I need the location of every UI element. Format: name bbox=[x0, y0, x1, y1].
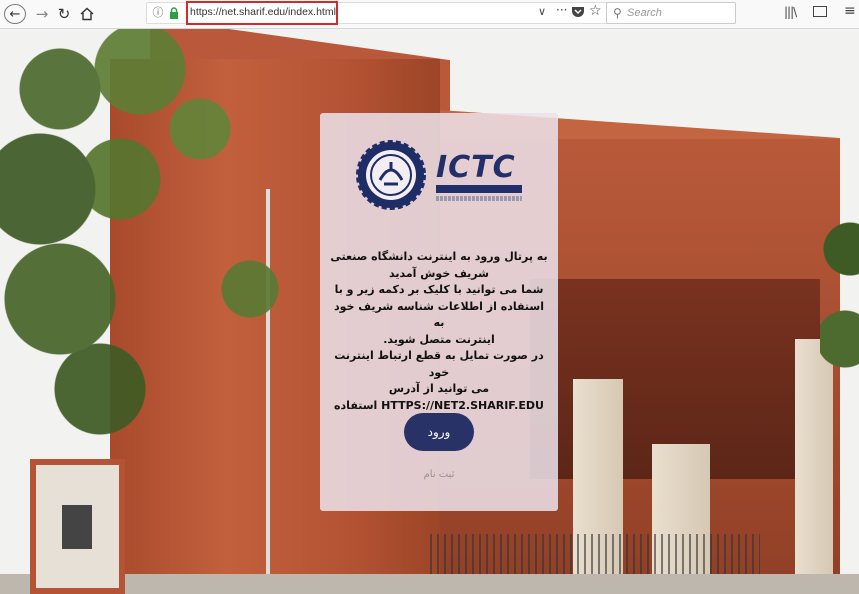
search-placeholder[interactable]: Search bbox=[627, 7, 662, 19]
ictc-logo-text: ICTC bbox=[436, 150, 516, 185]
ellipsis-icon[interactable]: ··· bbox=[556, 3, 567, 17]
welcome-line: اینترنت متصل شوید. bbox=[383, 332, 495, 346]
home-icon bbox=[80, 7, 94, 21]
forward-button[interactable]: → bbox=[34, 4, 50, 24]
hamburger-menu-icon[interactable]: ≡ bbox=[844, 3, 856, 19]
library-icon[interactable]: |||\ bbox=[784, 5, 797, 19]
tree-foliage-right bbox=[820, 189, 859, 439]
welcome-line: استفاده از اطلاعات شناسه شریف خود به bbox=[334, 299, 544, 330]
info-icon[interactable]: ⓘ bbox=[151, 6, 165, 20]
sidebar-icon[interactable] bbox=[813, 6, 827, 17]
gatehouse-window bbox=[62, 505, 92, 549]
welcome-line: به پرتال ورود به اینترنت دانشگاه صنعتی bbox=[330, 250, 548, 263]
login-card: ICTC به پرتال ورود به اینترنت دانشگاه صن… bbox=[320, 113, 558, 511]
ictc-logo-bar bbox=[436, 185, 522, 193]
url-highlight-box bbox=[186, 1, 338, 25]
reload-button[interactable]: ↻ bbox=[56, 4, 72, 24]
welcome-line: در صورت تمایل به قطع ارتباط اینترنت خود bbox=[334, 349, 544, 379]
back-button[interactable]: ← bbox=[4, 4, 26, 24]
welcome-line: شما می توانید با کلیک بر دکمه زیر و با bbox=[334, 283, 544, 296]
register-link[interactable]: ثبت نام bbox=[400, 469, 478, 480]
reload-icon: ↻ bbox=[57, 5, 71, 23]
arrow-right-icon: → bbox=[35, 5, 49, 23]
browser-toolbar: ← → ↻ ⓘ https://net.sharif.edu/index.htm… bbox=[0, 0, 859, 29]
sharif-university-seal-icon bbox=[356, 140, 426, 210]
chevron-down-icon[interactable]: ∨ bbox=[538, 5, 546, 18]
welcome-line: شریف خوش آمدید bbox=[389, 266, 489, 280]
login-button[interactable]: ورود bbox=[404, 413, 474, 451]
arrow-left-icon: ← bbox=[9, 6, 21, 22]
pocket-icon[interactable] bbox=[571, 5, 585, 19]
tree-foliage-left bbox=[0, 29, 290, 459]
welcome-line: می توانید از آدرس bbox=[388, 382, 490, 395]
search-icon: ⚲ bbox=[613, 6, 622, 20]
welcome-message: به پرتال ورود به اینترنت دانشگاه صنعتی ش… bbox=[330, 249, 548, 431]
home-button[interactable] bbox=[78, 4, 96, 24]
ictc-logo-subtext bbox=[436, 196, 522, 201]
ground bbox=[0, 574, 859, 594]
search-box[interactable]: ⚲ Search bbox=[606, 2, 736, 24]
lock-icon[interactable] bbox=[169, 7, 179, 19]
star-icon[interactable]: ☆ bbox=[589, 3, 602, 19]
